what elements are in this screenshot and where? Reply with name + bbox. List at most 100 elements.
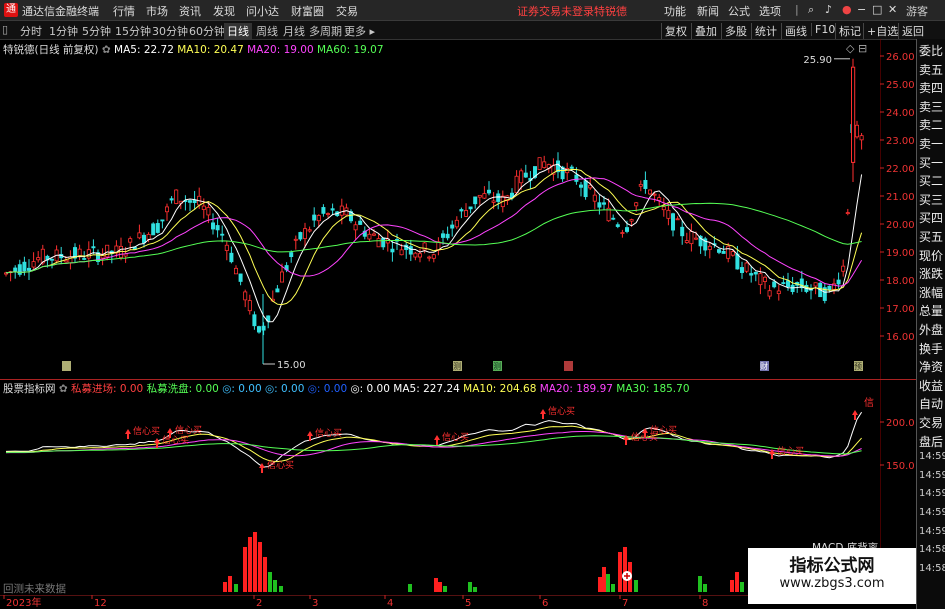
sidebar-item-7[interactable]: 买二 [919, 172, 945, 189]
guest-label[interactable]: 游客 [906, 3, 928, 19]
search-icon[interactable]: ⌕ [808, 3, 814, 17]
tab-60min[interactable]: 60分钟 [189, 23, 225, 39]
sidebar-item-24[interactable]: 14:59 [919, 488, 945, 499]
tab-15min[interactable]: 15分钟 [115, 23, 151, 39]
sidebar-item-5[interactable]: 卖一 [919, 135, 945, 152]
menu-assistant[interactable]: 问小达 [246, 3, 279, 19]
period-toolbar: ▯ 分时 1分钟 5分钟 15分钟 30分钟 60分钟 日线 周线 月线 多周期… [0, 21, 945, 40]
sidebar-item-20[interactable]: 交易 [919, 414, 945, 431]
tab-5min[interactable]: 5分钟 [82, 23, 111, 39]
overlay-button[interactable]: 叠加 [691, 23, 720, 39]
menu-formula[interactable]: 公式 [728, 3, 750, 19]
tab-weekly[interactable]: 周线 [256, 23, 278, 39]
x-tick-label: 6 [542, 598, 548, 609]
sidebar-item-12[interactable]: 涨跌 [919, 265, 945, 282]
sidebar-item-26[interactable]: 14:59 [919, 526, 945, 537]
sidebar-item-3[interactable]: 卖三 [919, 98, 945, 115]
sidebar-item-0[interactable]: 委比 [919, 42, 945, 59]
menu-trade[interactable]: 交易 [336, 3, 358, 19]
sidebar-item-19[interactable]: 自动 [919, 395, 945, 412]
tab-more[interactable]: 更多 ▸ [344, 23, 375, 39]
candle-body [813, 282, 818, 287]
back-button[interactable]: 返回 [898, 23, 927, 39]
login-warning[interactable]: 证券交易未登录 [517, 3, 594, 19]
menu-quotes[interactable]: 行情 [113, 3, 135, 19]
y-tick-label: 20.00 [886, 220, 915, 231]
candle-body [256, 326, 261, 333]
candle-body [427, 256, 432, 259]
menu-options[interactable]: 选项 [759, 3, 781, 19]
sidebar-item-4[interactable]: 卖二 [919, 116, 945, 133]
tab-multi-period[interactable]: 多周期 [309, 23, 342, 39]
sidebar-item-8[interactable]: 买三 [919, 191, 945, 208]
menu-news-right[interactable]: 新闻 [697, 3, 719, 19]
user-icon[interactable]: ● [842, 3, 852, 16]
sidebar-item-13[interactable]: 涨幅 [919, 284, 945, 301]
y-tick-label: 19.00 [886, 248, 915, 259]
event-marker[interactable] [564, 361, 573, 371]
sidebar-item-25[interactable]: 14:59 [919, 507, 945, 518]
sidebar-item-17[interactable]: 净资 [919, 358, 945, 375]
adjust-button[interactable]: 复权 [661, 23, 690, 39]
sidebar-item-15[interactable]: 外盘 [919, 321, 945, 338]
candle-body [537, 157, 542, 170]
menu-market[interactable]: 市场 [146, 3, 168, 19]
buy-signal-arrow[interactable] [540, 409, 546, 419]
maximize-icon[interactable]: □ [872, 3, 882, 16]
sidebar-item-22[interactable]: 14:59 [919, 451, 945, 462]
sidebar-item-1[interactable]: 卖五 [919, 61, 945, 78]
candle-body [302, 228, 307, 239]
sidebar-item-9[interactable]: 买四 [919, 209, 945, 226]
sidebar-item-11[interactable]: 现价 [919, 247, 945, 264]
candle-body [579, 184, 584, 188]
tab-daily[interactable]: 日线 [224, 23, 252, 39]
volume-bar [263, 557, 267, 592]
menu-wealth[interactable]: 财富圈 [291, 3, 324, 19]
menu-discover[interactable]: 发现 [213, 3, 235, 19]
sidebar-item-23[interactable]: 14:59 [919, 470, 945, 481]
tab-1min[interactable]: 1分钟 [49, 23, 78, 39]
sidebar-item-27[interactable]: 14:58 [919, 544, 945, 555]
buy-signal-arrow[interactable] [434, 435, 440, 445]
candle-body [463, 210, 468, 217]
layout-icon[interactable]: ▯ [2, 23, 8, 36]
sidebar-item-21[interactable]: 盘后 [919, 433, 945, 450]
sidebar-item-14[interactable]: 总量 [919, 302, 945, 319]
candle-body [371, 233, 376, 236]
sidebar-item-18[interactable]: 收益 [919, 377, 945, 394]
event-marker[interactable] [62, 361, 71, 371]
price-chart[interactable]: 25.90 15.00 测 测 财 预 [0, 39, 880, 379]
tab-monthly[interactable]: 月线 [283, 23, 305, 39]
candle-body [459, 209, 464, 212]
candle-body [592, 194, 597, 202]
tab-30min[interactable]: 30分钟 [152, 23, 188, 39]
ma20-line [5, 177, 863, 287]
menu-function[interactable]: 功能 [664, 3, 686, 19]
sidebar-item-28[interactable]: 14:58 [919, 563, 945, 574]
volume-bar [611, 584, 615, 592]
bell-icon[interactable]: ♪ [825, 3, 832, 16]
y-tick-label: 21.00 [886, 192, 915, 203]
menu-news[interactable]: 资讯 [179, 3, 201, 19]
candle-body [293, 238, 298, 241]
buy-signal-arrow[interactable] [125, 429, 131, 439]
mark-button[interactable]: 标记 [835, 23, 864, 39]
candle-body [602, 202, 607, 205]
sidebar-item-16[interactable]: 换手 [919, 340, 945, 357]
sidebar-item-10[interactable]: 买五 [919, 228, 945, 245]
tab-timeshare[interactable]: 分时 [20, 23, 42, 39]
multi-stock-button[interactable]: 多股 [721, 23, 750, 39]
candle-body [666, 209, 671, 219]
quote-sidebar: 委比卖五 卖四卖三 卖二卖一买一 买二买三 买四买五现价 涨跌涨幅 总量外盘换手 净资收益 自动… [916, 39, 945, 609]
candle-body [767, 290, 772, 297]
sidebar-item-6[interactable]: 买一 [919, 154, 945, 171]
candle-body [316, 215, 321, 222]
candle-body [229, 252, 234, 263]
sidebar-item-2[interactable]: 卖四 [919, 79, 945, 96]
add-watchlist-button[interactable]: +自选 [863, 23, 901, 39]
draw-line-button[interactable]: 画线 [781, 23, 810, 39]
minimize-icon[interactable]: − [857, 3, 866, 16]
stats-button[interactable]: 统计 [751, 23, 780, 39]
close-icon[interactable]: ✕ [888, 3, 897, 16]
candle-body [325, 213, 330, 215]
